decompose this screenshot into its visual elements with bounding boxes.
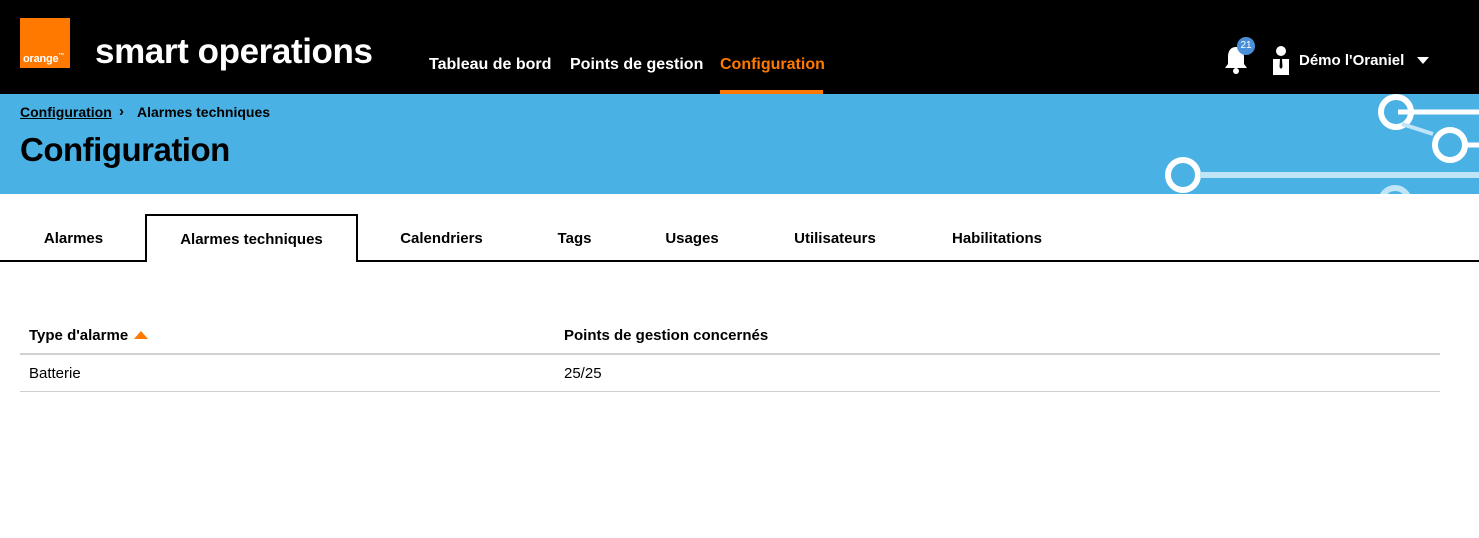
sort-ascending-icon[interactable]	[134, 331, 149, 339]
tab-alarmes-techniques[interactable]: Alarmes techniques	[145, 214, 358, 262]
cell-type: Batterie	[29, 365, 81, 382]
cell-points: 25/25	[564, 365, 602, 382]
nav-configuration[interactable]: Configuration	[720, 56, 825, 74]
caret-down-icon[interactable]	[1417, 57, 1429, 64]
page-title: Configuration	[20, 131, 230, 168]
page-banner: Configuration › Alarmes techniques Confi…	[0, 94, 1479, 194]
nav-points-de-gestion[interactable]: Points de gestion	[570, 56, 703, 74]
column-header-points[interactable]: Points de gestion concernés	[564, 328, 768, 344]
orange-logo[interactable]: orange™	[20, 18, 70, 68]
tab-tags[interactable]: Tags	[540, 214, 609, 262]
breadcrumb-current: Alarmes techniques	[137, 104, 271, 120]
nav-tableau-de-bord[interactable]: Tableau de bord	[429, 56, 551, 74]
user-icon	[1273, 46, 1289, 75]
tab-alarmes[interactable]: Alarmes	[20, 214, 127, 262]
tab-habilitations[interactable]: Habilitations	[937, 214, 1057, 262]
breadcrumb-configuration-link[interactable]: Configuration	[20, 104, 112, 120]
circuit-decoration	[1165, 94, 1479, 194]
top-header: orange™ smart operations Tableau de bord…	[0, 0, 1479, 94]
config-tabs: Alarmes Alarmes techniques Calendriers T…	[0, 214, 1479, 262]
column-header-type[interactable]: Type d'alarme	[29, 327, 149, 344]
tab-calendriers[interactable]: Calendriers	[385, 214, 498, 262]
table-row[interactable]: Batterie 25/25	[20, 355, 1440, 392]
chevron-right-icon: ›	[119, 103, 124, 120]
logo-text: orange™	[23, 53, 65, 65]
active-tab-gap	[147, 260, 356, 262]
tab-utilisateurs[interactable]: Utilisateurs	[780, 214, 890, 262]
app-title: smart operations	[95, 32, 373, 71]
tab-usages[interactable]: Usages	[650, 214, 734, 262]
notification-count-badge: 21	[1237, 37, 1255, 55]
user-menu-name[interactable]: Démo l'Oraniel	[1299, 53, 1404, 69]
column-header-type-label: Type d'alarme	[29, 327, 129, 344]
